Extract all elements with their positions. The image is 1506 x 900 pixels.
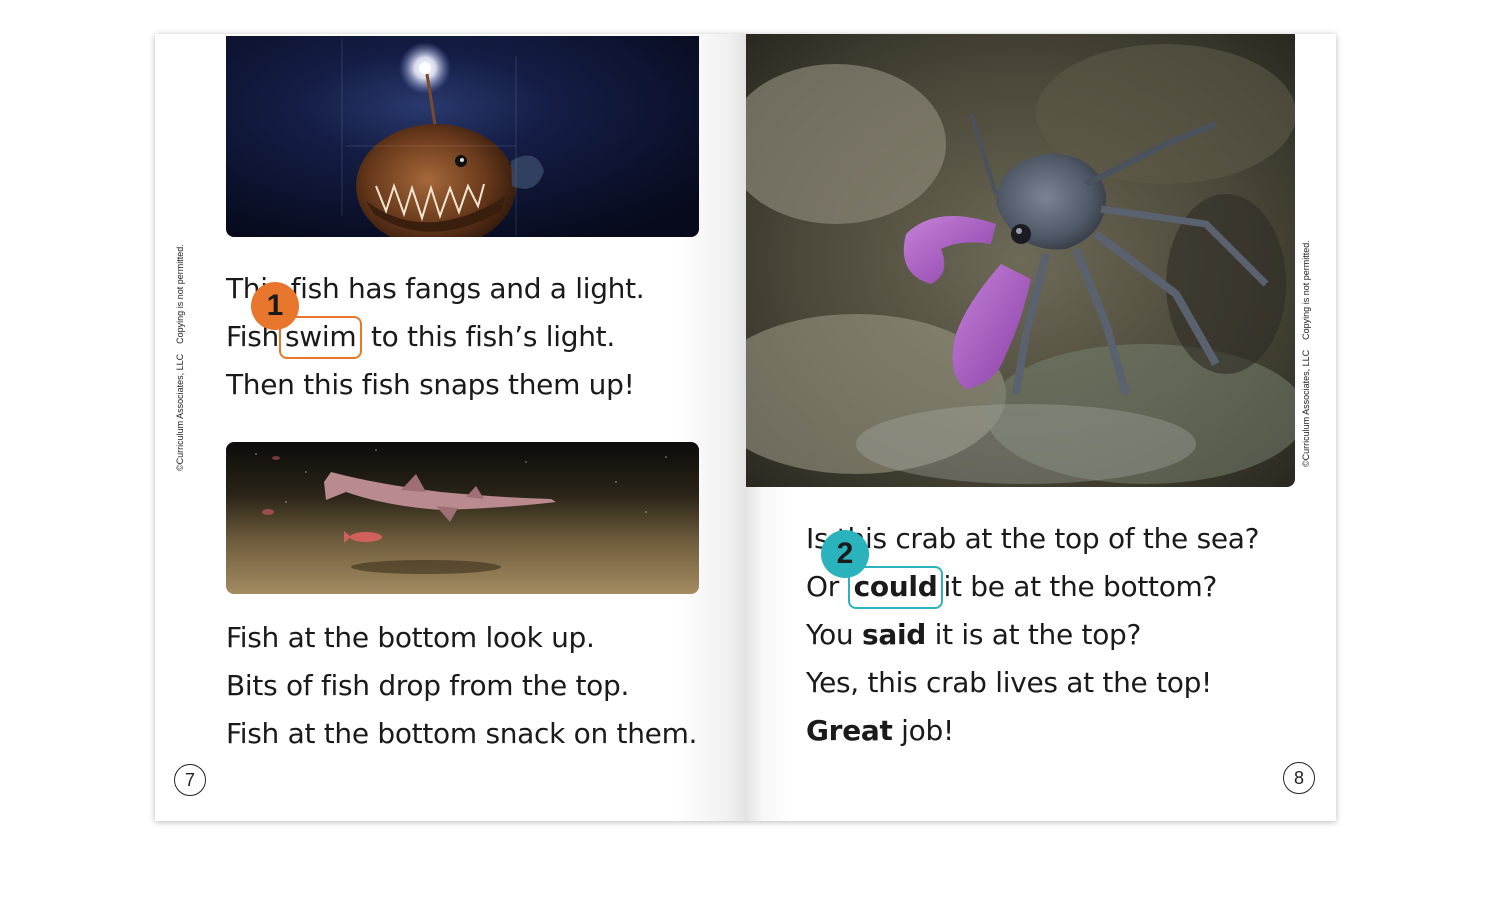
text-line: Is this crab at the top of the sea? <box>806 522 1260 555</box>
copyright-right: ©Curriculum Associates, LLC Copying is no… <box>1301 240 1311 467</box>
copyright-owner: ©Curriculum Associates, LLC <box>175 353 185 471</box>
crab-photo <box>746 34 1295 487</box>
crab-paragraph: Is this crab at the top of the sea? Or c… <box>806 515 1260 755</box>
book-spread: ©Curriculum Associates, LLC Copying is no… <box>155 34 1336 821</box>
text-line: Fish at the bottom look up. <box>226 621 595 654</box>
page-number-left: 7 <box>174 764 206 796</box>
copyright-notice: Copying is not permitted. <box>1301 240 1311 340</box>
left-page: ©Curriculum Associates, LLC Copying is no… <box>155 34 745 821</box>
bold-word-said: said <box>861 618 926 651</box>
copyright-owner: ©Curriculum Associates, LLC <box>1301 349 1311 467</box>
highlighted-word-could[interactable]: could <box>847 566 944 609</box>
bold-word-great: Great <box>806 714 893 747</box>
text-line: Bits of fish drop from the top. <box>226 669 630 702</box>
number-badge-1[interactable]: 1 <box>251 282 299 330</box>
text-line: Or could it be at the bottom? <box>806 563 1259 611</box>
text-line: You said it is at the top? <box>806 611 1259 659</box>
line-end: to this fish’s light. <box>362 320 615 353</box>
copyright-left: ©Curriculum Associates, LLC Copying is no… <box>175 244 185 471</box>
line-end-text: to this fish’s light. <box>370 320 615 353</box>
paragraph-2: Fish at the bottom look up. Bits of fish… <box>226 614 697 758</box>
text-line: Fish at the bottom snack on them. <box>226 717 698 750</box>
shark-photo <box>226 442 699 594</box>
line-end: job! <box>901 714 954 747</box>
text-line: Yes, this crab lives at the top! <box>806 666 1212 699</box>
copyright-notice: Copying is not permitted. <box>175 244 185 344</box>
page-number-right: 8 <box>1283 762 1315 794</box>
text-line: Then this fish snaps them up! <box>226 368 635 401</box>
text-line: Great job! <box>806 707 1259 755</box>
right-page: ©Curriculum Associates, LLC Copying is no… <box>745 34 1336 821</box>
number-badge-2[interactable]: 2 <box>821 530 869 578</box>
line-start: You <box>806 618 854 651</box>
line-end: it is at the top? <box>934 618 1142 651</box>
line-end: it be at the bottom? <box>943 570 1218 603</box>
anglerfish-photo <box>226 36 699 237</box>
